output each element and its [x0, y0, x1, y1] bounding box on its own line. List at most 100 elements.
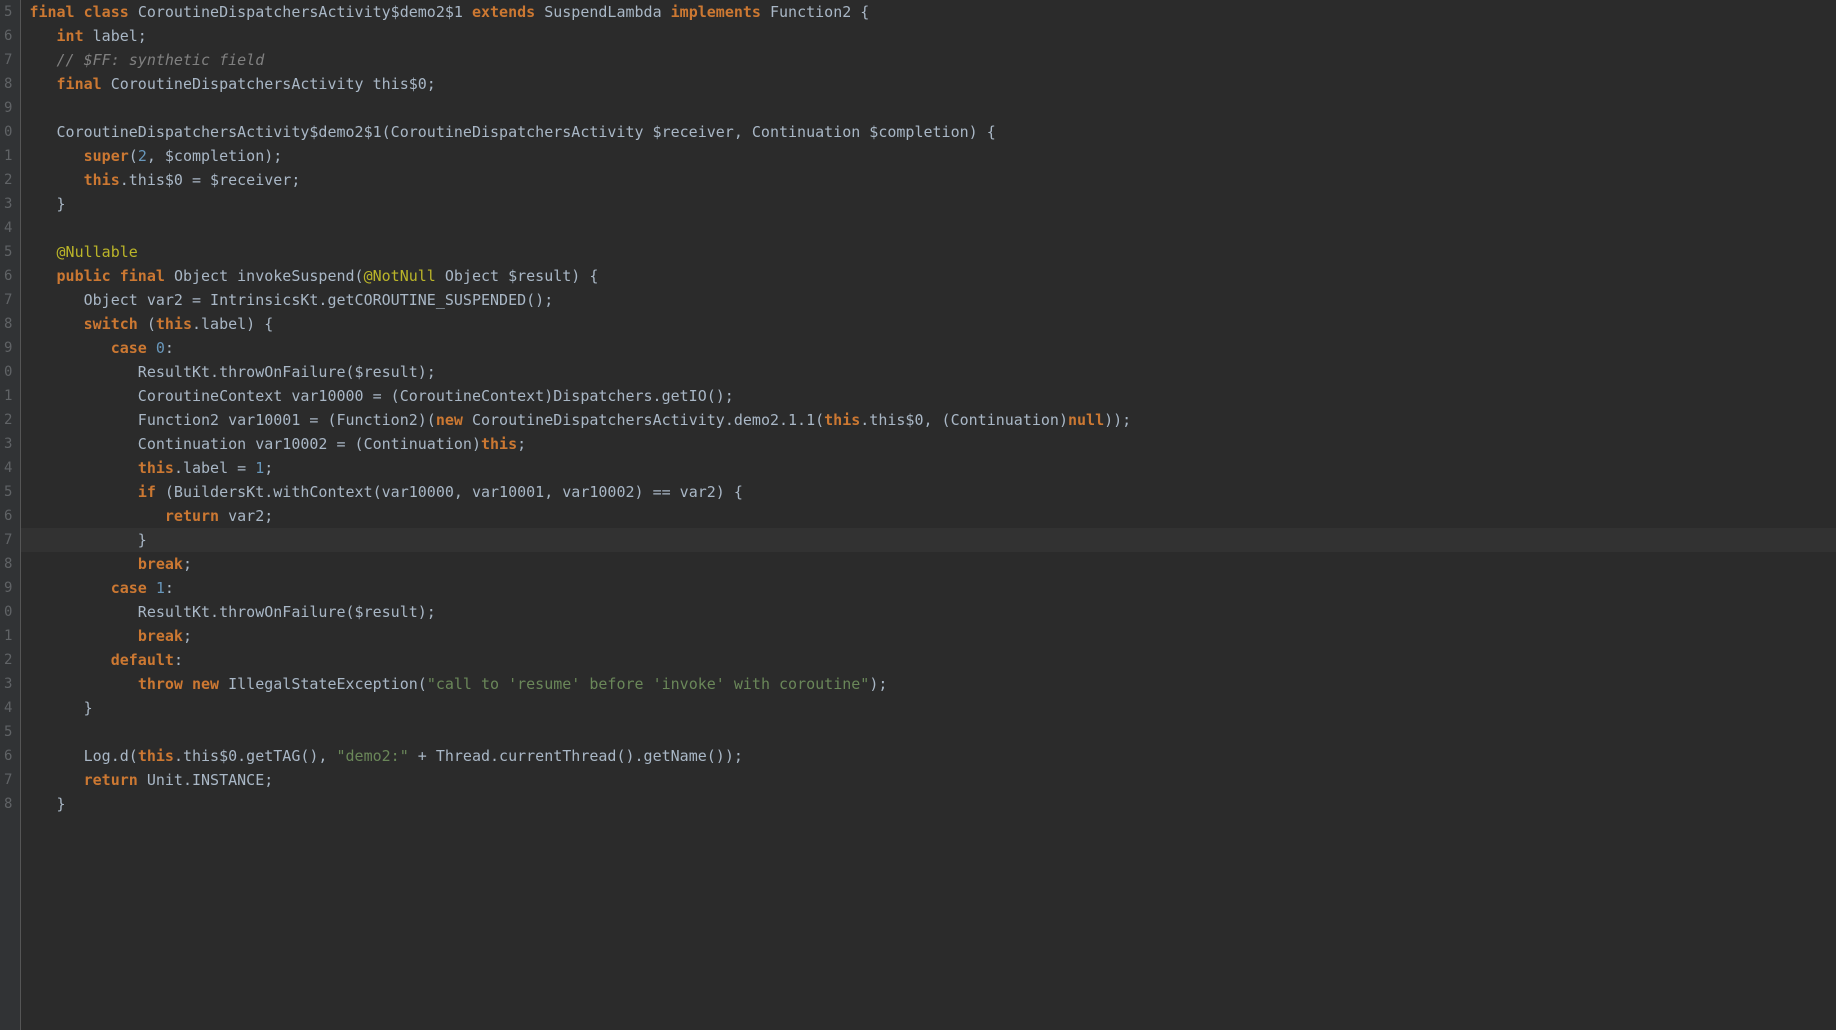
code-line[interactable]: @Nullable [29, 240, 1836, 264]
code-line[interactable] [29, 720, 1836, 744]
code-editor[interactable]: 5678901234567890123456789012345678 final… [0, 0, 1836, 1030]
token-comment: // $FF: synthetic field [57, 51, 265, 69]
token-plain: CoroutineDispatchersActivity.demo2.1.1( [472, 411, 824, 429]
token-string: "call to 'resume' before 'invoke' with c… [427, 675, 870, 693]
line-number: 8 [4, 312, 12, 336]
code-line[interactable]: CoroutineContext var10000 = (CoroutineCo… [29, 384, 1836, 408]
code-line[interactable]: } [29, 792, 1836, 816]
line-number: 7 [4, 288, 12, 312]
code-area[interactable]: final class CoroutineDispatchersActivity… [21, 0, 1836, 1030]
token-annotation: @NotNull [364, 267, 436, 285]
token-kw: case [111, 579, 156, 597]
code-line[interactable]: ResultKt.throwOnFailure($result); [29, 600, 1836, 624]
token-plain [29, 579, 110, 597]
token-plain: } [29, 531, 146, 549]
code-line[interactable]: if (BuildersKt.withContext(var10000, var… [29, 480, 1836, 504]
code-line[interactable]: break; [29, 552, 1836, 576]
code-line[interactable]: Object var2 = IntrinsicsKt.getCOROUTINE_… [29, 288, 1836, 312]
token-plain: Continuation var10002 = (Continuation) [29, 435, 481, 453]
token-plain: } [29, 195, 65, 213]
token-plain: } [29, 699, 92, 717]
token-plain [29, 507, 164, 525]
line-number: 8 [4, 792, 12, 816]
code-line[interactable]: switch (this.label) { [29, 312, 1836, 336]
code-line[interactable]: int label; [29, 24, 1836, 48]
token-plain: Function2 var10001 = (Function2)( [29, 411, 435, 429]
code-line[interactable]: Function2 var10001 = (Function2)(new Cor… [29, 408, 1836, 432]
token-kw: null [1068, 411, 1104, 429]
token-kw: int [57, 27, 93, 45]
token-plain: ; [264, 459, 273, 477]
code-line[interactable]: case 1: [29, 576, 1836, 600]
token-plain: label; [93, 27, 147, 45]
line-number: 8 [4, 552, 12, 576]
code-line[interactable]: this.label = 1; [29, 456, 1836, 480]
code-line[interactable] [29, 216, 1836, 240]
token-plain: var2; [228, 507, 273, 525]
code-line[interactable]: return Unit.INSTANCE; [29, 768, 1836, 792]
line-number: 4 [4, 696, 12, 720]
token-plain: ( [129, 147, 138, 165]
token-plain: ; [517, 435, 526, 453]
code-line[interactable]: } [29, 192, 1836, 216]
token-plain [29, 555, 137, 573]
line-number: 1 [4, 144, 12, 168]
token-plain [29, 75, 56, 93]
token-plain: .this$0, (Continuation) [860, 411, 1068, 429]
code-line[interactable]: CoroutineDispatchersActivity$demo2$1(Cor… [29, 120, 1836, 144]
code-line[interactable]: public final Object invokeSuspend(@NotNu… [29, 264, 1836, 288]
token-string: "demo2:" [337, 747, 409, 765]
token-plain: Log.d( [29, 747, 137, 765]
token-plain [29, 243, 56, 261]
line-number: 5 [4, 480, 12, 504]
token-kw: return [165, 507, 228, 525]
token-plain [29, 27, 56, 45]
token-kw: final [57, 75, 111, 93]
token-plain: Object invokeSuspend( [174, 267, 364, 285]
code-line[interactable]: Continuation var10002 = (Continuation)th… [29, 432, 1836, 456]
code-line[interactable]: } [29, 696, 1836, 720]
line-number: 9 [4, 336, 12, 360]
token-kw: default [111, 651, 174, 669]
line-number: 1 [4, 384, 12, 408]
code-line[interactable] [29, 96, 1836, 120]
token-plain: ( [147, 315, 156, 333]
code-line[interactable]: break; [29, 624, 1836, 648]
token-plain: (BuildersKt.withContext(var10000, var100… [165, 483, 743, 501]
code-line[interactable]: this.this$0 = $receiver; [29, 168, 1836, 192]
code-line[interactable]: super(2, $completion); [29, 144, 1836, 168]
line-number: 1 [4, 624, 12, 648]
line-number: 6 [4, 24, 12, 48]
code-line[interactable]: default: [29, 648, 1836, 672]
code-line[interactable]: return var2; [29, 504, 1836, 528]
token-plain: )); [1104, 411, 1131, 429]
code-line[interactable]: ResultKt.throwOnFailure($result); [29, 360, 1836, 384]
token-plain: ); [869, 675, 887, 693]
token-plain: Object $result) { [436, 267, 599, 285]
token-plain [29, 627, 137, 645]
token-plain: Unit.INSTANCE; [147, 771, 273, 789]
line-number: 3 [4, 432, 12, 456]
line-number: 9 [4, 96, 12, 120]
token-kw: final class [29, 3, 137, 21]
code-line[interactable]: // $FF: synthetic field [29, 48, 1836, 72]
code-line[interactable]: throw new IllegalStateException("call to… [29, 672, 1836, 696]
code-line[interactable]: final CoroutineDispatchersActivity this$… [29, 72, 1836, 96]
code-line[interactable]: Log.d(this.this$0.getTAG(), "demo2:" + T… [29, 744, 1836, 768]
token-annotation: @Nullable [57, 243, 138, 261]
code-line[interactable]: final class CoroutineDispatchersActivity… [29, 0, 1836, 24]
token-kw: this [481, 435, 517, 453]
line-number: 5 [4, 0, 12, 24]
token-plain [29, 339, 110, 357]
token-kw: switch [84, 315, 147, 333]
token-plain: Object var2 = IntrinsicsKt.getCOROUTINE_… [29, 291, 553, 309]
token-plain [29, 651, 110, 669]
code-line[interactable]: case 0: [29, 336, 1836, 360]
line-number: 0 [4, 600, 12, 624]
token-plain [29, 483, 137, 501]
line-number: 0 [4, 360, 12, 384]
line-number: 5 [4, 720, 12, 744]
token-plain: IllegalStateException( [228, 675, 427, 693]
token-plain: .this$0 = $receiver; [120, 171, 301, 189]
current-line-highlight [21, 528, 1836, 552]
